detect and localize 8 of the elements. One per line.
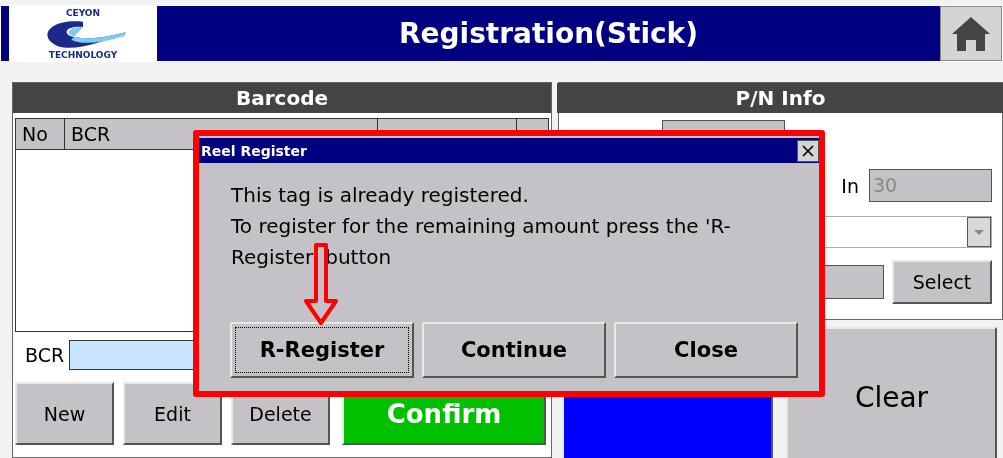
panel-header: P/N Info	[557, 83, 1003, 113]
column-header: No	[16, 119, 65, 149]
logo-text: CEYON	[65, 7, 101, 18]
window-title: Registration(Stick)	[397, 17, 700, 50]
in-label: In	[841, 174, 859, 197]
bcr-label: BCR	[25, 344, 65, 366]
panel-header: Barcode	[13, 83, 551, 113]
logo-text: TECHNOLOGY	[48, 49, 118, 60]
